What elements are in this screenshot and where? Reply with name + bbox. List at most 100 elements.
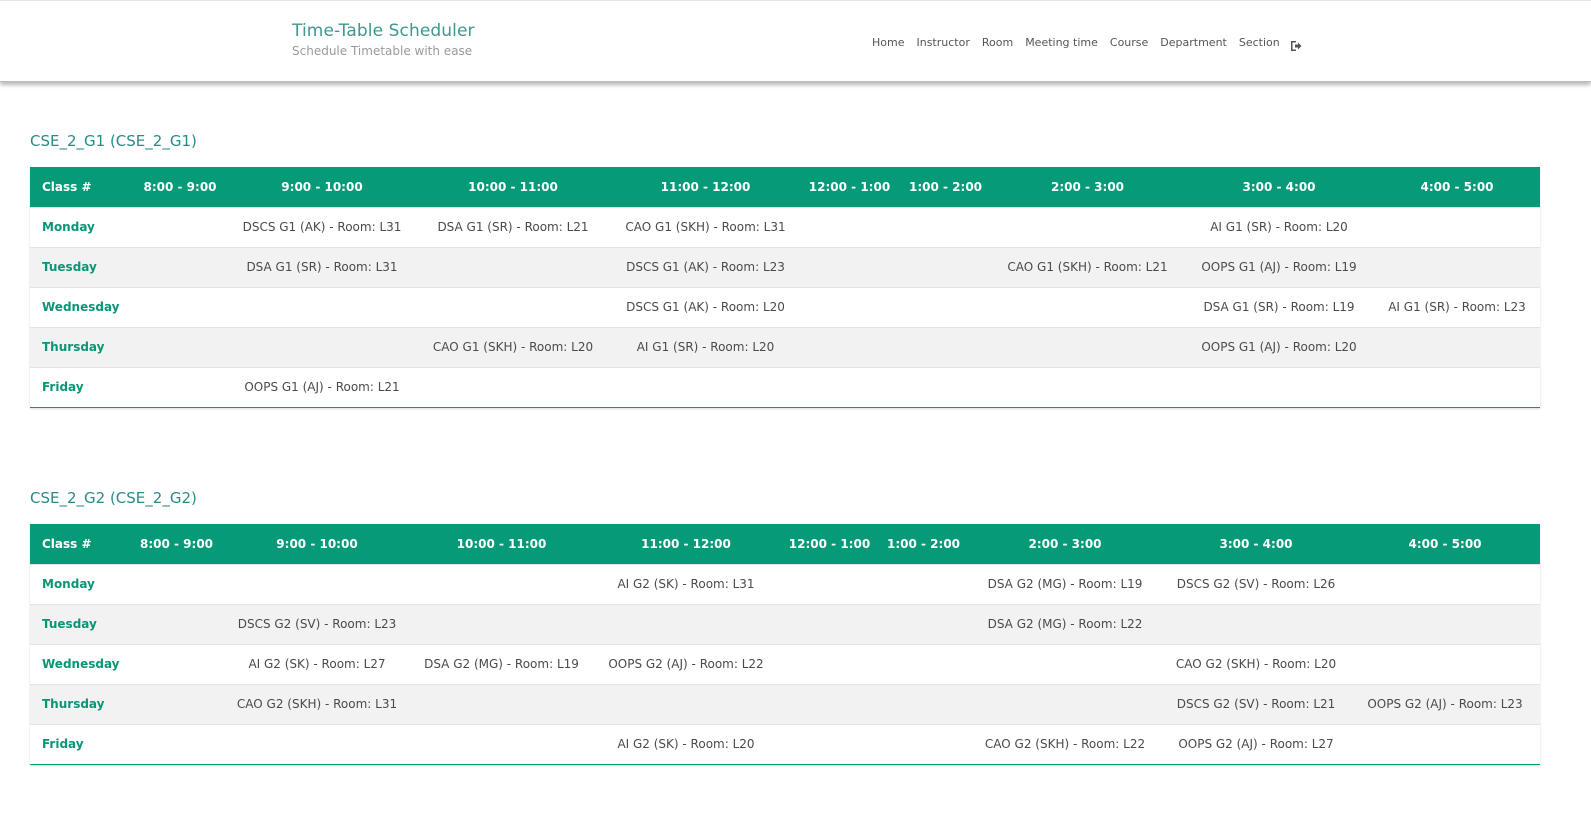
empty-cell xyxy=(411,684,592,724)
empty-cell xyxy=(799,247,900,287)
nav-instructor[interactable]: Instructor xyxy=(916,36,969,49)
empty-cell xyxy=(799,207,900,247)
table-row: Friday OOPS G1 (AJ) - Room: L21 xyxy=(30,367,1540,407)
class-cell: DSCS G2 (SV) - Room: L23 xyxy=(237,617,397,631)
empty-cell xyxy=(968,684,1162,724)
class-cell: DSCS G2 (SV) - Room: L26 xyxy=(1176,577,1336,591)
nav-course[interactable]: Course xyxy=(1110,36,1148,49)
empty-cell xyxy=(900,367,991,407)
empty-cell xyxy=(1162,604,1350,644)
empty-cell xyxy=(414,247,612,287)
class-cell: OOPS G1 (AJ) - Room: L19 xyxy=(1201,260,1357,274)
class-header: Class # xyxy=(42,536,92,551)
empty-cell xyxy=(1374,367,1540,407)
class-cell: DSA G1 (SR) - Room: L19 xyxy=(1203,300,1355,314)
nav-section[interactable]: Section xyxy=(1239,36,1280,49)
class-cell: CAO G1 (SKH) - Room: L31 xyxy=(625,220,786,234)
time-slot-header: 4:00 - 5:00 xyxy=(1420,179,1494,194)
empty-cell xyxy=(1350,724,1540,764)
empty-cell xyxy=(130,247,230,287)
class-cell: CAO G1 (SKH) - Room: L20 xyxy=(432,340,594,354)
app-title[interactable]: Time-Table Scheduler xyxy=(292,21,475,41)
time-slot-header: 4:00 - 5:00 xyxy=(1408,536,1482,551)
class-cell: AI G2 (SK) - Room: L31 xyxy=(617,577,755,591)
time-slot-header: 2:00 - 3:00 xyxy=(1050,179,1125,194)
empty-cell xyxy=(230,327,414,367)
app-subtitle: Schedule Timetable with ease xyxy=(292,44,473,58)
empty-cell xyxy=(780,724,879,764)
empty-cell xyxy=(223,564,411,604)
day-label: Thursday xyxy=(42,697,105,711)
table-row: Monday DSCS G1 (AK) - Room: L31 DSA G1 (SR… xyxy=(30,207,1540,247)
empty-cell xyxy=(900,327,991,367)
nav-department[interactable]: Department xyxy=(1160,36,1227,49)
time-slot-header: 3:00 - 4:00 xyxy=(1242,179,1316,194)
empty-cell xyxy=(612,367,799,407)
empty-cell xyxy=(780,684,879,724)
empty-cell xyxy=(1350,604,1540,644)
table-row: Thursday CAO G1 (SKH) - Room: L20 AI G1 (S… xyxy=(30,327,1540,367)
class-cell: AI G1 (SR) - Room: L20 xyxy=(1210,220,1348,234)
empty-cell xyxy=(879,604,968,644)
class-cell: OOPS G1 (AJ) - Room: L20 xyxy=(1201,340,1357,354)
empty-cell xyxy=(900,207,991,247)
empty-cell xyxy=(879,564,968,604)
empty-cell xyxy=(223,724,411,764)
day-label: Monday xyxy=(42,220,95,234)
brand[interactable]: Time-Table Scheduler Schedule Timetable … xyxy=(292,21,475,58)
time-slot-header: 11:00 - 12:00 xyxy=(641,536,731,551)
empty-cell xyxy=(879,644,968,684)
empty-cell xyxy=(900,287,991,327)
empty-cell xyxy=(130,644,223,684)
empty-cell xyxy=(799,327,900,367)
class-cell: DSA G1 (SR) - Room: L21 xyxy=(437,220,589,234)
empty-cell xyxy=(414,367,612,407)
time-slot-header: 1:00 - 2:00 xyxy=(908,179,983,194)
empty-cell xyxy=(1374,327,1540,367)
time-slot-header: 8:00 - 9:00 xyxy=(143,179,217,194)
nav-home[interactable]: Home xyxy=(872,36,904,49)
timetable-section-g1: CSE_2_G1 (CSE_2_G1) Class # 8:00 - 9:00 9:… xyxy=(30,131,1540,408)
day-label: Friday xyxy=(42,737,84,751)
class-cell: DSA G2 (MG) - Room: L19 xyxy=(987,577,1143,591)
day-label: Monday xyxy=(42,577,95,591)
empty-cell xyxy=(1350,564,1540,604)
time-slot-header: 8:00 - 9:00 xyxy=(139,536,214,551)
empty-cell xyxy=(130,604,223,644)
section-title: CSE_2_G1 (CSE_2_G1) xyxy=(30,132,197,150)
class-cell: OOPS G2 (AJ) - Room: L23 xyxy=(1367,697,1523,711)
empty-cell xyxy=(991,327,1184,367)
empty-cell xyxy=(780,604,879,644)
day-label: Tuesday xyxy=(42,260,97,274)
class-cell: AI G1 (SR) - Room: L23 xyxy=(1388,300,1526,314)
empty-cell xyxy=(780,564,879,604)
nav-room[interactable]: Room xyxy=(982,36,1013,49)
class-cell: DSA G2 (MG) - Room: L22 xyxy=(987,617,1143,631)
time-slot-header: 2:00 - 3:00 xyxy=(1028,536,1102,551)
class-cell: OOPS G1 (AJ) - Room: L21 xyxy=(244,380,400,394)
class-cell: CAO G2 (SKH) - Room: L20 xyxy=(1175,657,1337,671)
empty-cell xyxy=(879,684,968,724)
empty-cell xyxy=(130,724,223,764)
day-label: Friday xyxy=(42,380,84,394)
main-nav: Home Instructor Room Meeting time Course… xyxy=(872,36,1302,51)
empty-cell xyxy=(1350,644,1540,684)
class-cell: DSCS G1 (AK) - Room: L23 xyxy=(626,260,785,274)
empty-cell xyxy=(414,287,612,327)
time-slot-header: 9:00 - 10:00 xyxy=(281,179,363,194)
time-slot-header: 11:00 - 12:00 xyxy=(660,179,751,194)
timetable: Class # 8:00 - 9:00 9:00 - 10:00 10:00 - 11… xyxy=(30,524,1540,765)
time-slot-header: 10:00 - 11:00 xyxy=(468,179,558,194)
class-cell: AI G2 (SK) - Room: L27 xyxy=(248,657,386,671)
time-slot-header: 12:00 - 1:00 xyxy=(808,179,891,194)
class-cell: CAO G1 (SKH) - Room: L21 xyxy=(1007,260,1168,274)
sign-out-icon[interactable] xyxy=(1290,37,1302,51)
day-label: Wednesday xyxy=(42,300,120,314)
day-label: Tuesday xyxy=(42,617,97,631)
timetable-section-g2: CSE_2_G2 (CSE_2_G2) Class # 8:00 - 9:00 9:… xyxy=(30,488,1540,765)
empty-cell xyxy=(799,367,900,407)
empty-cell xyxy=(991,207,1184,247)
nav-meeting-time[interactable]: Meeting time xyxy=(1025,36,1098,49)
class-cell: OOPS G2 (AJ) - Room: L27 xyxy=(1178,737,1334,751)
class-header: Class # xyxy=(42,179,92,194)
